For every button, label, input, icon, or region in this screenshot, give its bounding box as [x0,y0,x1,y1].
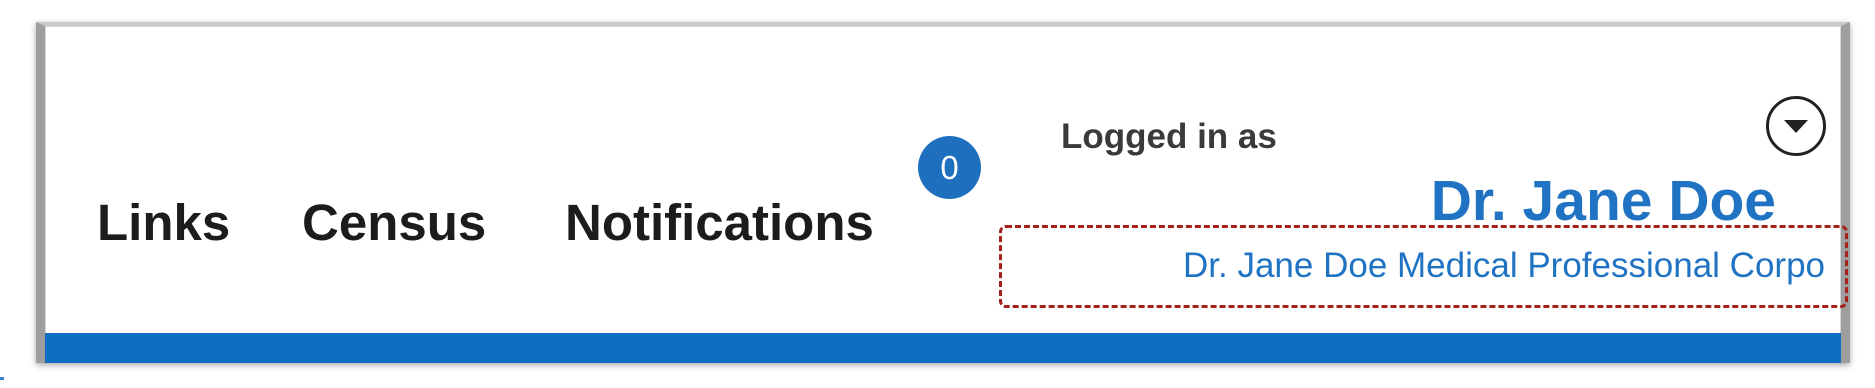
nav-notifications[interactable]: Notifications [565,197,874,248]
chevron-down-circle-icon[interactable] [1766,96,1826,156]
chevron-down-icon [1784,120,1808,133]
logged-in-label: Logged in as [1061,117,1277,156]
corner-marker [0,377,4,380]
user-name[interactable]: Dr. Jane Doe [1431,173,1776,230]
nav-links[interactable]: Links [97,197,230,248]
screenshot-stage: Links Census Notifications 0 Logged in a… [0,0,1875,388]
header-accent-bar [45,333,1841,363]
organization-name[interactable]: Dr. Jane Doe Medical Professional Corpo [1183,248,1825,283]
organization-highlight-box: Dr. Jane Doe Medical Professional Corpo [999,225,1848,308]
notifications-count-badge[interactable]: 0 [918,136,981,199]
nav-census[interactable]: Census [302,197,486,248]
header-panel: Links Census Notifications 0 Logged in a… [36,22,1850,363]
